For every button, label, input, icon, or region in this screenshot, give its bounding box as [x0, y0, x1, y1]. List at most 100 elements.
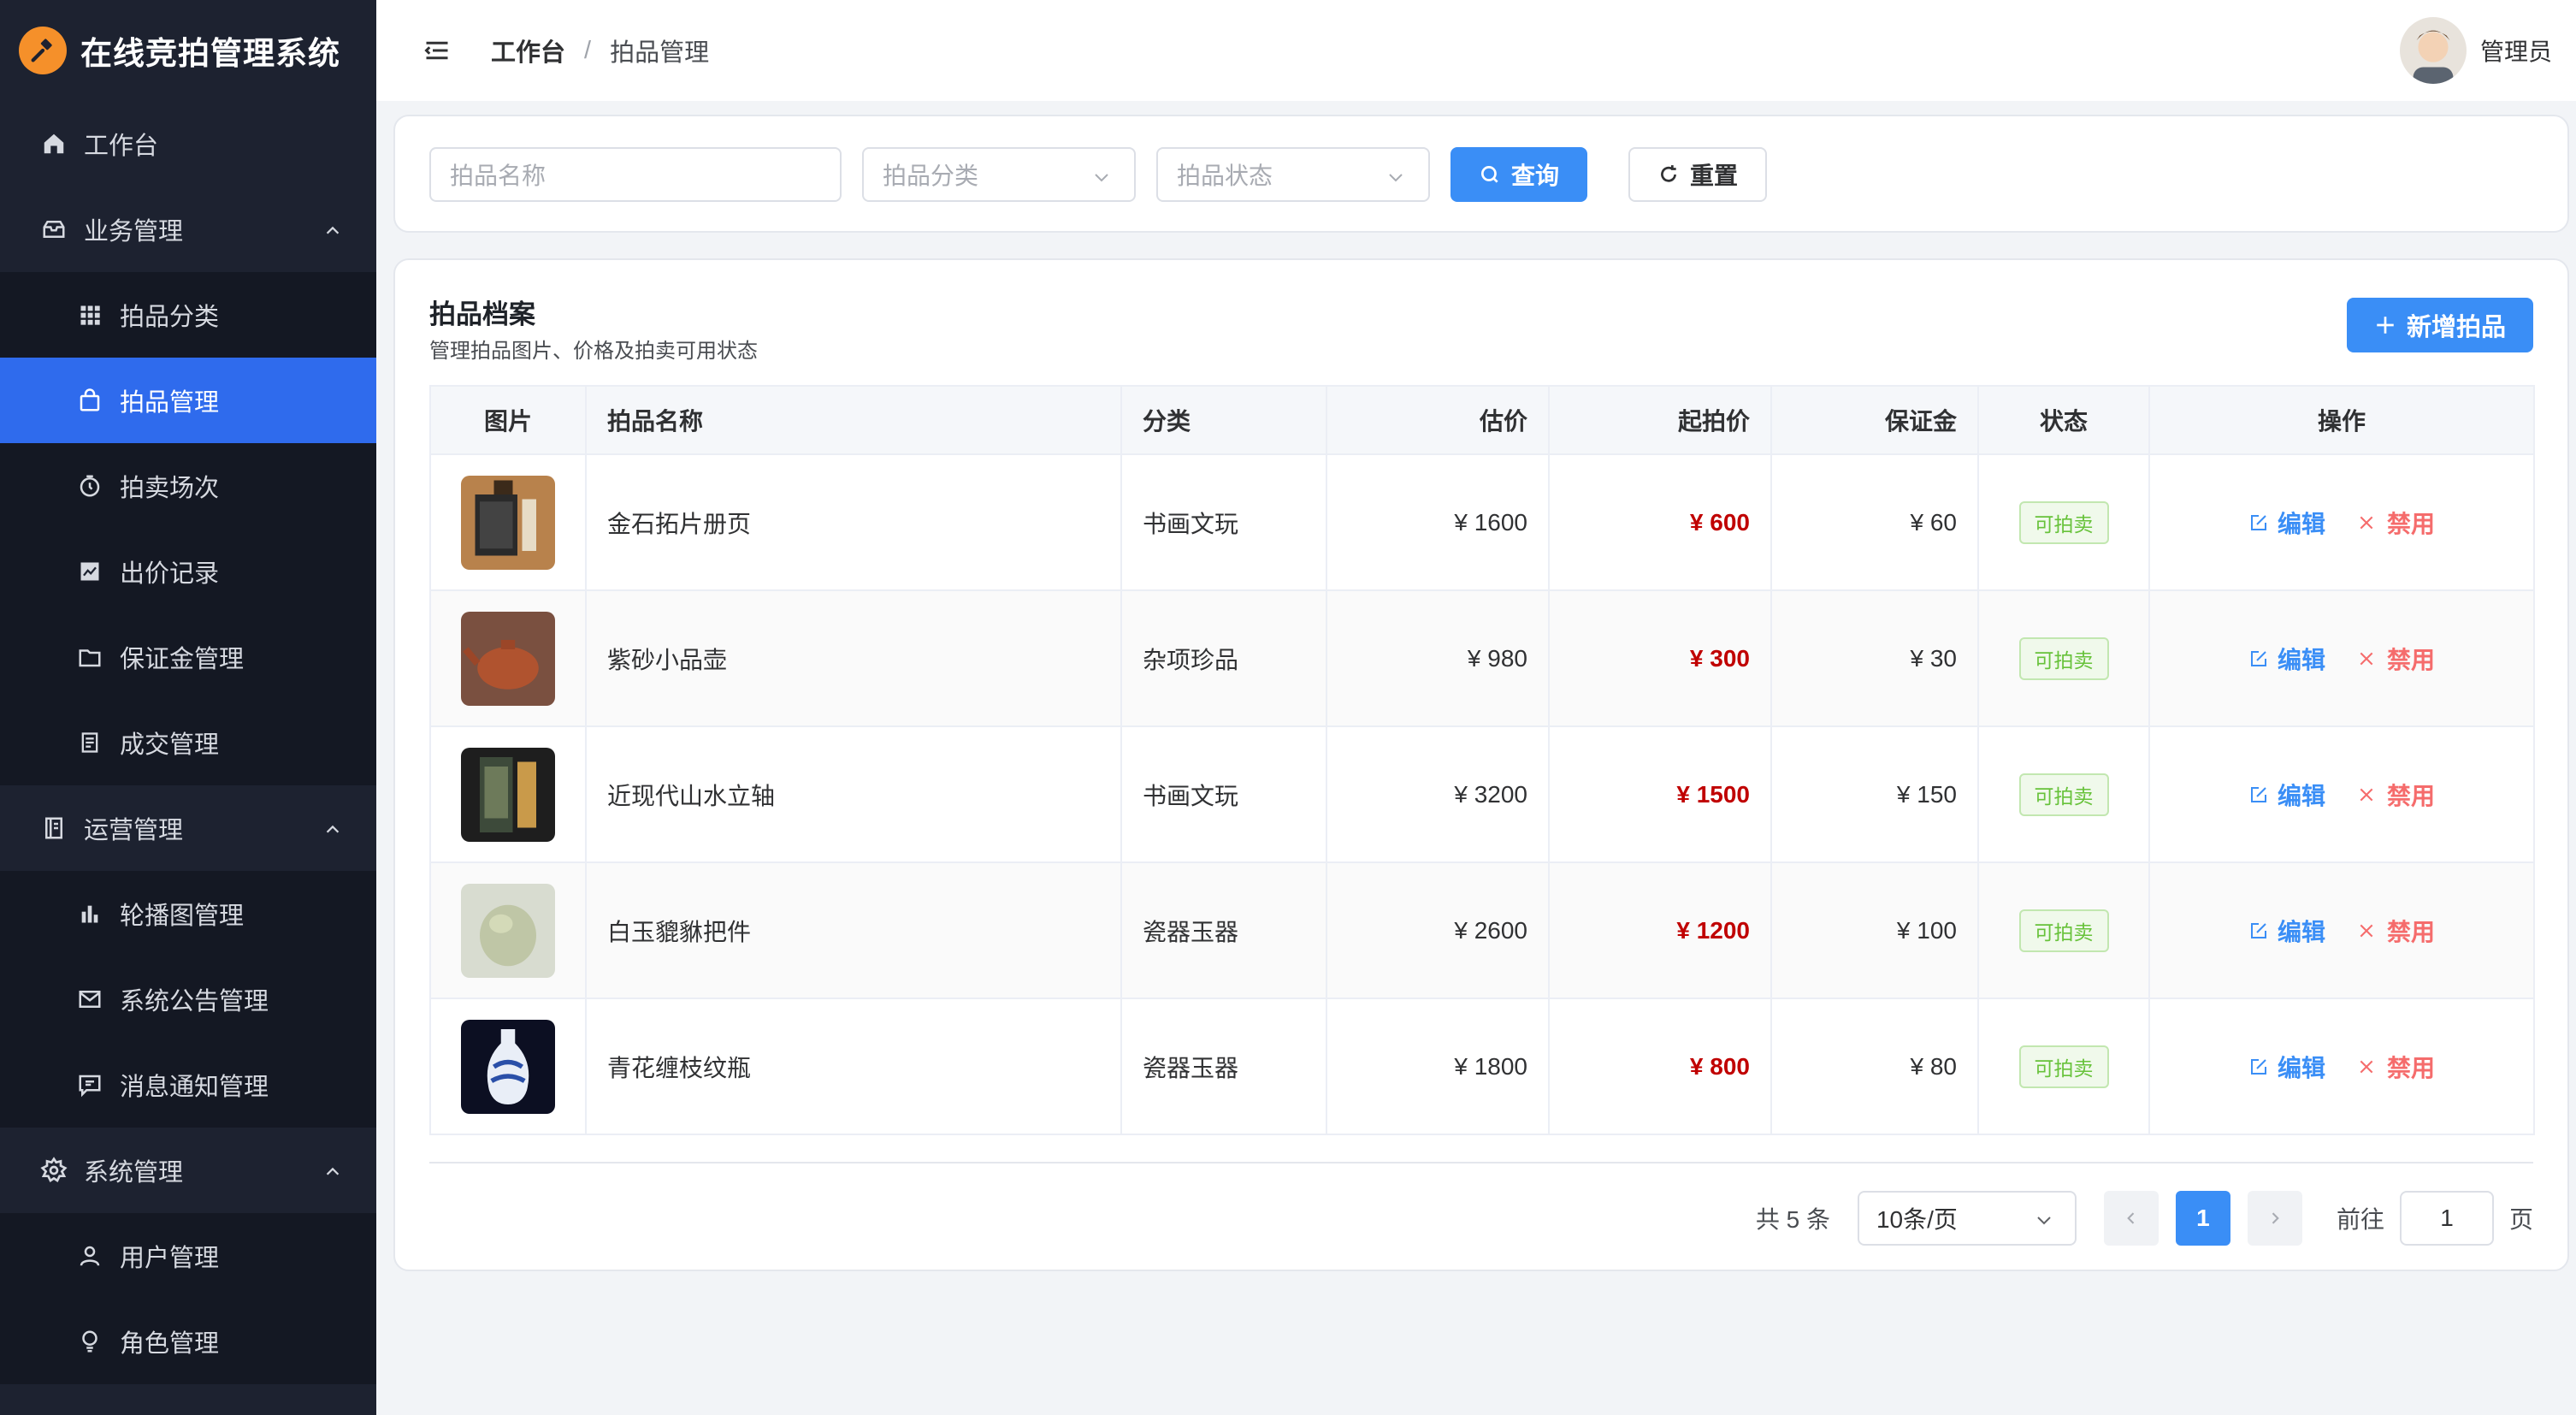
edit-icon — [2248, 512, 2269, 533]
page-number-current[interactable]: 1 — [2175, 1191, 2230, 1246]
plus-icon — [2374, 314, 2396, 336]
sidebar-item-workbench[interactable]: 工作台 — [0, 101, 376, 186]
reset-button[interactable]: 重置 — [1628, 147, 1767, 202]
disable-label: 禁用 — [2387, 782, 2436, 809]
close-icon — [2358, 922, 2375, 939]
sidebar-item-notifications[interactable]: 消息通知管理 — [0, 1042, 376, 1128]
item-name: 青花缠枝纹瓶 — [585, 998, 1122, 1135]
chevron-up-icon — [323, 219, 342, 247]
breadcrumb-item-workbench[interactable]: 工作台 — [491, 33, 565, 68]
sidebar-item-sessions[interactable]: 拍卖场次 — [0, 443, 376, 529]
item-name: 紫砂小品壶 — [585, 589, 1122, 727]
sidebar-group-system[interactable]: 系统管理 — [0, 1128, 376, 1213]
edit-button[interactable]: 编辑 — [2248, 506, 2325, 540]
status-badge: 可拍卖 — [2018, 500, 2109, 544]
next-page-button[interactable] — [2247, 1191, 2302, 1246]
sidebar-item-deals[interactable]: 成交管理 — [0, 700, 376, 785]
menu-toggle-icon[interactable] — [424, 36, 453, 65]
sidebar-item-announcements[interactable]: 系统公告管理 — [0, 956, 376, 1042]
disable-button[interactable]: 禁用 — [2358, 914, 2435, 948]
add-item-button[interactable]: 新增拍品 — [2347, 298, 2533, 352]
item-start-price: ¥ 300 — [1548, 589, 1772, 727]
chevron-right-icon — [2266, 1210, 2284, 1227]
sidebar-item-label: 拍卖场次 — [120, 475, 220, 502]
item-deposit: ¥ 150 — [1770, 725, 1979, 863]
goto-page-input[interactable]: 1 — [2399, 1191, 2494, 1246]
chevron-left-icon — [2123, 1210, 2140, 1227]
sidebar-item-roles[interactable]: 角色管理 — [0, 1299, 376, 1384]
category-select[interactable]: 拍品分类 — [862, 147, 1136, 202]
status-select[interactable]: 拍品状态 — [1156, 147, 1430, 202]
sidebar-item-bids[interactable]: 出价记录 — [0, 529, 376, 614]
prev-page-button[interactable] — [2103, 1191, 2159, 1246]
edit-label: 编辑 — [2277, 918, 2325, 945]
page-size-select[interactable]: 10条/页 — [1857, 1191, 2077, 1246]
disable-button[interactable]: 禁用 — [2358, 1050, 2435, 1084]
sidebar-item-users[interactable]: 用户管理 — [0, 1213, 376, 1299]
item-name-input[interactable]: 拍品名称 — [429, 147, 842, 202]
edit-button[interactable]: 编辑 — [2248, 642, 2325, 676]
item-start-price: ¥ 1200 — [1548, 861, 1772, 999]
item-name-placeholder: 拍品名称 — [450, 163, 547, 189]
item-thumbnail[interactable] — [461, 1019, 555, 1114]
sidebar-item-carousel[interactable]: 轮播图管理 — [0, 871, 376, 956]
box-icon — [39, 215, 68, 244]
sidebar-item-category[interactable]: 拍品分类 — [0, 272, 376, 358]
col-name: 拍品名称 — [585, 385, 1122, 455]
disable-button[interactable]: 禁用 — [2358, 778, 2435, 812]
search-button[interactable]: 查询 — [1450, 147, 1587, 202]
item-estimate: ¥ 980 — [1326, 589, 1550, 727]
disable-label: 禁用 — [2387, 1054, 2436, 1081]
item-thumbnail[interactable] — [461, 747, 555, 842]
edit-icon — [2248, 648, 2269, 669]
close-icon — [2358, 786, 2375, 803]
sidebar-item-deposit[interactable]: 保证金管理 — [0, 614, 376, 700]
chart-icon — [75, 557, 104, 586]
refresh-icon — [1657, 163, 1680, 186]
item-name: 金石拓片册页 — [585, 453, 1122, 591]
sidebar-item-label: 运营管理 — [84, 817, 184, 844]
col-status: 状态 — [1977, 385, 2150, 455]
item-deposit: ¥ 80 — [1770, 998, 1979, 1135]
item-thumbnail[interactable] — [461, 611, 555, 706]
item-thumbnail[interactable] — [461, 475, 555, 570]
col-start-price: 起拍价 — [1548, 385, 1772, 455]
col-actions: 操作 — [2148, 385, 2535, 455]
message-icon — [75, 1070, 104, 1099]
goto-label: 前往 — [2336, 1206, 2384, 1233]
disable-button[interactable]: 禁用 — [2358, 642, 2435, 676]
status-badge: 可拍卖 — [2018, 1045, 2109, 1088]
item-deposit: ¥ 60 — [1770, 453, 1979, 591]
item-category: 书画文玩 — [1120, 453, 1327, 591]
sidebar-group-operations[interactable]: 运营管理 — [0, 785, 376, 871]
item-category: 瓷器玉器 — [1120, 998, 1327, 1135]
items-card: 拍品档案 管理拍品图片、价格及拍卖可用状态 新增拍品 图片 拍品名称 分类 估价… — [393, 258, 2569, 1271]
breadcrumb: 工作台 / 拍品管理 — [491, 33, 709, 68]
user-icon — [75, 1241, 104, 1270]
disable-button[interactable]: 禁用 — [2358, 506, 2435, 540]
timer-icon — [75, 471, 104, 500]
edit-button[interactable]: 编辑 — [2248, 1050, 2325, 1084]
page-suffix: 页 — [2508, 1206, 2533, 1233]
grid-icon — [75, 300, 104, 329]
table-row: 青花缠枝纹瓶 瓷器玉器 ¥ 1800 ¥ 800 ¥ 80 可拍卖 编辑 禁用 — [429, 998, 2535, 1135]
breadcrumb-separator: / — [584, 36, 592, 64]
header: 工作台 / 拍品管理 管理员 — [376, 0, 2576, 101]
section-subtitle: 管理拍品图片、价格及拍卖可用状态 — [429, 340, 758, 363]
item-deposit: ¥ 100 — [1770, 861, 1979, 999]
brand: 在线竞拍管理系统 — [0, 0, 376, 101]
sidebar-group-business[interactable]: 业务管理 — [0, 186, 376, 272]
item-category: 杂项珍品 — [1120, 589, 1327, 727]
disable-label: 禁用 — [2387, 918, 2436, 945]
col-image: 图片 — [429, 385, 587, 455]
edit-icon — [2248, 784, 2269, 805]
item-start-price: ¥ 600 — [1548, 453, 1772, 591]
item-thumbnail[interactable] — [461, 883, 555, 978]
sidebar-item-label: 保证金管理 — [120, 646, 245, 673]
sidebar-item-items[interactable]: 拍品管理 — [0, 358, 376, 443]
user-menu[interactable]: 管理员 — [2399, 17, 2552, 84]
close-icon — [2358, 650, 2375, 667]
edit-button[interactable]: 编辑 — [2248, 778, 2325, 812]
edit-button[interactable]: 编辑 — [2248, 914, 2325, 948]
filter-card: 拍品名称 拍品分类 拍品状态 查询 重置 — [393, 115, 2569, 233]
